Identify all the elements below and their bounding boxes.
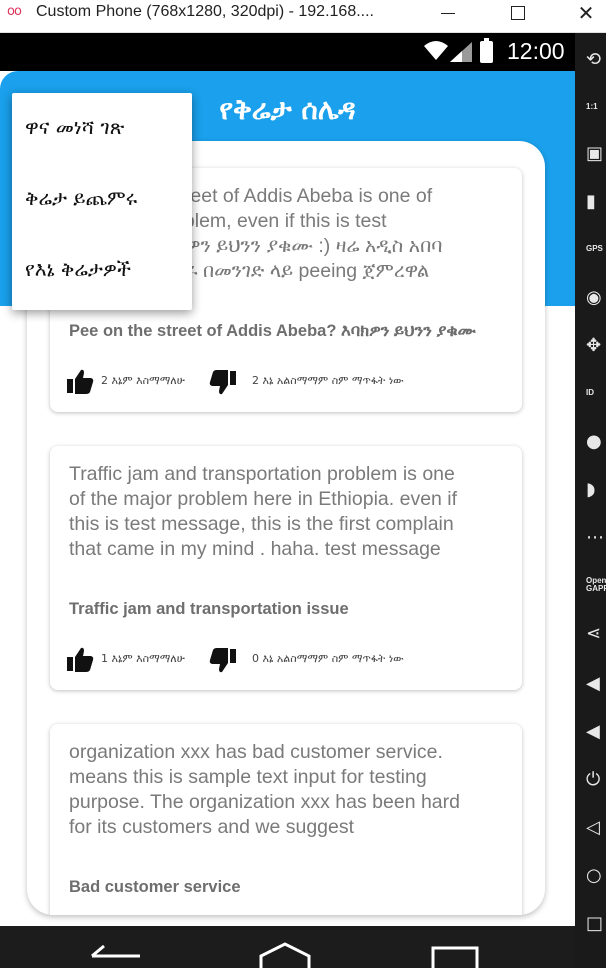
- battery-toolbar-icon[interactable]: ▮: [575, 185, 606, 217]
- complaint-body-line: means this is sample text input for test…: [69, 766, 427, 788]
- thumbs-down-icon[interactable]: [209, 369, 237, 397]
- power-icon[interactable]: ⏻: [575, 763, 606, 795]
- window-title: Custom Phone (768x1280, 320dpi) - 192.16…: [36, 3, 374, 20]
- android-status-bar: 12:00: [0, 33, 575, 71]
- maximize-button[interactable]: [498, 0, 538, 26]
- menu-item-home[interactable]: ዋና መነሻ ገጽ: [25, 115, 124, 139]
- share-icon[interactable]: ⋖: [575, 617, 606, 649]
- menu-item-add-complaint[interactable]: ቅሬታ ይጨምሩ: [25, 186, 137, 210]
- media-icon[interactable]: ●: [575, 425, 606, 457]
- thumbs-up-icon[interactable]: [66, 367, 94, 395]
- emulator-toolbar: ⟲ 1:1 ▣ ▮ GPS ◉ ✥ ID ● ◗ ⋯ Open GAPPS ⋖ …: [575, 33, 606, 968]
- complaint-body-line: for its customers and we suggest: [69, 816, 355, 838]
- complaint-title: Pee on the street of Addis Abeba? እባክዎን …: [69, 322, 476, 340]
- home-icon[interactable]: [255, 942, 315, 968]
- opengapps-icon[interactable]: Open GAPPS: [575, 569, 606, 601]
- back-icon[interactable]: [88, 942, 148, 968]
- complaint-body-line: of the major problem here in Ethiopia. e…: [69, 488, 458, 510]
- vote-row: 1 እኔም እስማማለሁ 0 እኔ አልስማማም ስም ማጥፋት ነው: [66, 645, 516, 675]
- minimize-button[interactable]: [428, 0, 468, 26]
- emulator-window: oo Custom Phone (768x1280, 320dpi) - 192…: [0, 0, 606, 968]
- window-titlebar: oo Custom Phone (768x1280, 320dpi) - 192…: [0, 0, 606, 33]
- camera-icon[interactable]: ▣: [575, 137, 606, 169]
- dpad-icon[interactable]: ✥: [575, 329, 606, 361]
- maximize-icon: [511, 6, 525, 20]
- disagree-count: 0 እኔ አልስማማም ስም ማጥፋት ነው: [252, 652, 404, 665]
- rotate-icon[interactable]: ⟲: [575, 43, 606, 75]
- recents-icon[interactable]: [425, 942, 485, 968]
- rss-icon[interactable]: ◗: [575, 473, 606, 505]
- volume-up-icon[interactable]: ◀: [575, 667, 606, 699]
- overflow-menu: ዋና መነሻ ገጽ ቅሬታ ይጨምሩ የእኔ ቅሬታዎች: [12, 93, 192, 310]
- toolbar-recents-icon[interactable]: □: [575, 907, 606, 939]
- toolbar-home-icon[interactable]: ○: [575, 859, 606, 891]
- agree-count: 2 እኔም እስማማለሁ: [101, 374, 185, 387]
- android-nav-bar: [0, 926, 575, 968]
- complaint-body: Traffic jam and transportation problem i…: [69, 462, 509, 562]
- thumbs-up-icon[interactable]: [66, 645, 94, 673]
- complaint-body: organization xxx has bad customer servic…: [69, 740, 509, 840]
- complaint-card[interactable]: organization xxx has bad customer servic…: [50, 724, 522, 915]
- thumbs-down-icon[interactable]: [209, 647, 237, 675]
- signal-icon: [450, 42, 472, 62]
- app-screen: የቅሬታ ሰሌዳ Pee on the street of Addis Abeb…: [0, 71, 575, 926]
- battery-icon: [480, 38, 493, 63]
- complaint-title: Traffic jam and transportation issue: [69, 600, 349, 618]
- webcam-icon[interactable]: ◉: [575, 281, 606, 313]
- complaint-body-line: that came in my mind . haha. test messag…: [69, 538, 441, 560]
- complaint-title: Bad customer service: [69, 878, 241, 896]
- toolbar-back-icon[interactable]: ◁: [575, 811, 606, 843]
- wifi-icon: [424, 41, 448, 60]
- vote-row: 2 እኔም እስማማለሁ 2 እኔ አልስማማም ስም ማጥፋት ነው: [66, 367, 516, 397]
- minimize-icon: [441, 12, 455, 14]
- emulator-logo-icon: oo: [7, 4, 22, 19]
- more-icon[interactable]: ⋯: [575, 521, 606, 553]
- complaint-body-line: this is test message, this is the first …: [69, 513, 454, 535]
- disagree-count: 2 እኔ አልስማማም ስም ማጥፋት ነው: [252, 374, 404, 387]
- close-icon: ✕: [577, 1, 595, 25]
- menu-item-my-complaints[interactable]: የእኔ ቅሬታዎች: [25, 257, 131, 281]
- complaint-body-line: purpose. The organization xxx has been h…: [69, 791, 460, 813]
- agree-count: 1 እኔም እስማማለሁ: [101, 652, 185, 665]
- gps-icon[interactable]: GPS: [575, 233, 606, 265]
- complaint-card[interactable]: Traffic jam and transportation problem i…: [50, 446, 522, 690]
- complaint-body-line: organization xxx has bad customer servic…: [69, 741, 443, 763]
- id-icon[interactable]: ID: [575, 377, 606, 409]
- volume-down-icon[interactable]: ◀: [575, 715, 606, 747]
- complaint-body-line: Traffic jam and transportation problem i…: [69, 463, 455, 485]
- dpi-icon[interactable]: 1:1: [575, 91, 606, 123]
- status-clock: 12:00: [507, 38, 565, 64]
- close-button[interactable]: ✕: [566, 0, 606, 26]
